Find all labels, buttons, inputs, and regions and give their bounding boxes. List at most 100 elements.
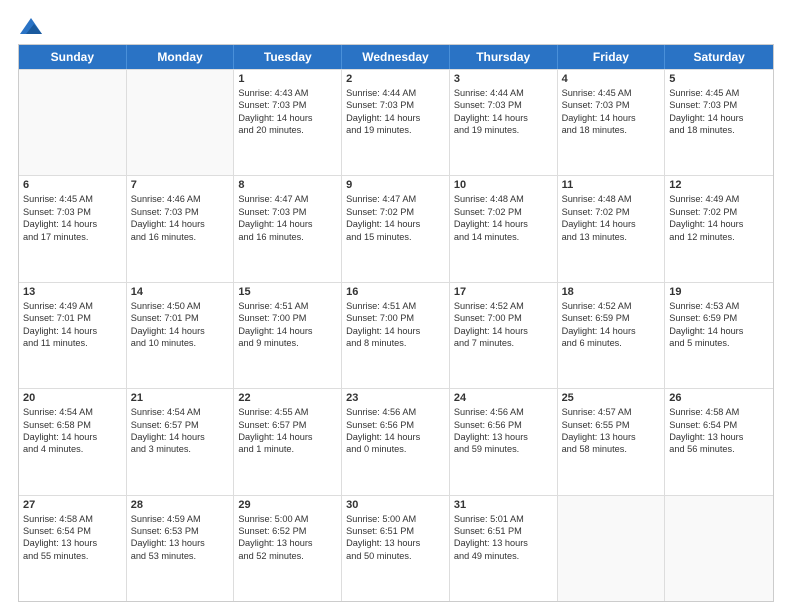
calendar-row-1: 1Sunrise: 4:43 AMSunset: 7:03 PMDaylight… <box>19 69 773 175</box>
cell-line: Daylight: 13 hours <box>454 537 553 549</box>
cell-line: Sunset: 7:03 PM <box>562 99 661 111</box>
cell-line: Daylight: 14 hours <box>562 218 661 230</box>
day-number: 24 <box>454 392 553 404</box>
day-number: 12 <box>669 179 769 191</box>
calendar-cell: 31Sunrise: 5:01 AMSunset: 6:51 PMDayligh… <box>450 496 558 601</box>
cell-line: Sunset: 7:03 PM <box>238 206 337 218</box>
cell-line: Daylight: 14 hours <box>562 112 661 124</box>
calendar-cell: 6Sunrise: 4:45 AMSunset: 7:03 PMDaylight… <box>19 176 127 281</box>
cell-line: Daylight: 13 hours <box>454 431 553 443</box>
cell-line: and 5 minutes. <box>669 337 769 349</box>
day-number: 29 <box>238 499 337 511</box>
day-number: 17 <box>454 286 553 298</box>
day-number: 25 <box>562 392 661 404</box>
cell-line: Sunset: 7:03 PM <box>346 99 445 111</box>
cell-line: Sunset: 6:56 PM <box>346 419 445 431</box>
calendar-cell: 2Sunrise: 4:44 AMSunset: 7:03 PMDaylight… <box>342 70 450 175</box>
cell-line: and 52 minutes. <box>238 550 337 562</box>
calendar-header-row: SundayMondayTuesdayWednesdayThursdayFrid… <box>19 45 773 69</box>
calendar-cell: 29Sunrise: 5:00 AMSunset: 6:52 PMDayligh… <box>234 496 342 601</box>
cell-line: Sunset: 6:54 PM <box>23 525 122 537</box>
day-number: 15 <box>238 286 337 298</box>
cell-line: Sunset: 7:00 PM <box>346 312 445 324</box>
cell-line: Sunrise: 4:51 AM <box>346 300 445 312</box>
day-number: 23 <box>346 392 445 404</box>
cell-line: Sunrise: 5:00 AM <box>346 513 445 525</box>
cell-line: and 56 minutes. <box>669 443 769 455</box>
calendar-cell: 8Sunrise: 4:47 AMSunset: 7:03 PMDaylight… <box>234 176 342 281</box>
calendar-cell: 10Sunrise: 4:48 AMSunset: 7:02 PMDayligh… <box>450 176 558 281</box>
cell-line: Sunrise: 4:53 AM <box>669 300 769 312</box>
calendar-cell: 28Sunrise: 4:59 AMSunset: 6:53 PMDayligh… <box>127 496 235 601</box>
logo <box>18 18 42 34</box>
calendar-row-2: 6Sunrise: 4:45 AMSunset: 7:03 PMDaylight… <box>19 175 773 281</box>
cell-line: Sunset: 6:59 PM <box>562 312 661 324</box>
cell-line: Sunrise: 4:52 AM <box>562 300 661 312</box>
cell-line: Sunrise: 4:52 AM <box>454 300 553 312</box>
header-day-friday: Friday <box>558 45 666 69</box>
cell-line: Sunset: 6:56 PM <box>454 419 553 431</box>
cell-line: and 14 minutes. <box>454 231 553 243</box>
calendar-row-3: 13Sunrise: 4:49 AMSunset: 7:01 PMDayligh… <box>19 282 773 388</box>
cell-line: Sunset: 6:55 PM <box>562 419 661 431</box>
cell-line: Daylight: 13 hours <box>562 431 661 443</box>
day-number: 3 <box>454 73 553 85</box>
calendar-cell: 1Sunrise: 4:43 AMSunset: 7:03 PMDaylight… <box>234 70 342 175</box>
cell-line: Daylight: 14 hours <box>346 431 445 443</box>
cell-line: Daylight: 13 hours <box>131 537 230 549</box>
cell-line: and 16 minutes. <box>238 231 337 243</box>
cell-line: Daylight: 14 hours <box>238 431 337 443</box>
cell-line: Daylight: 14 hours <box>454 325 553 337</box>
cell-line: Daylight: 13 hours <box>669 431 769 443</box>
cell-line: Sunrise: 4:49 AM <box>669 193 769 205</box>
cell-line: Sunrise: 4:44 AM <box>454 87 553 99</box>
cell-line: Daylight: 14 hours <box>454 112 553 124</box>
calendar-cell: 17Sunrise: 4:52 AMSunset: 7:00 PMDayligh… <box>450 283 558 388</box>
cell-line: Sunset: 7:02 PM <box>669 206 769 218</box>
cell-line: Daylight: 14 hours <box>23 218 122 230</box>
header-day-tuesday: Tuesday <box>234 45 342 69</box>
header-day-sunday: Sunday <box>19 45 127 69</box>
cell-line: Sunrise: 4:57 AM <box>562 406 661 418</box>
calendar-cell <box>127 70 235 175</box>
cell-line: Sunrise: 5:00 AM <box>238 513 337 525</box>
day-number: 22 <box>238 392 337 404</box>
calendar: SundayMondayTuesdayWednesdayThursdayFrid… <box>18 44 774 602</box>
day-number: 11 <box>562 179 661 191</box>
cell-line: Sunrise: 5:01 AM <box>454 513 553 525</box>
day-number: 20 <box>23 392 122 404</box>
cell-line: and 3 minutes. <box>131 443 230 455</box>
cell-line: Daylight: 14 hours <box>669 112 769 124</box>
cell-line: and 9 minutes. <box>238 337 337 349</box>
cell-line: Sunrise: 4:47 AM <box>346 193 445 205</box>
day-number: 10 <box>454 179 553 191</box>
cell-line: Daylight: 13 hours <box>238 537 337 549</box>
cell-line: and 13 minutes. <box>562 231 661 243</box>
day-number: 31 <box>454 499 553 511</box>
cell-line: Sunrise: 4:58 AM <box>669 406 769 418</box>
logo-icon <box>20 18 42 34</box>
calendar-cell: 30Sunrise: 5:00 AMSunset: 6:51 PMDayligh… <box>342 496 450 601</box>
day-number: 9 <box>346 179 445 191</box>
cell-line: and 12 minutes. <box>669 231 769 243</box>
cell-line: Sunrise: 4:51 AM <box>238 300 337 312</box>
cell-line: Sunset: 6:53 PM <box>131 525 230 537</box>
calendar-cell: 15Sunrise: 4:51 AMSunset: 7:00 PMDayligh… <box>234 283 342 388</box>
day-number: 8 <box>238 179 337 191</box>
cell-line: Sunrise: 4:54 AM <box>131 406 230 418</box>
calendar-cell <box>665 496 773 601</box>
cell-line: Sunrise: 4:45 AM <box>562 87 661 99</box>
header-day-wednesday: Wednesday <box>342 45 450 69</box>
calendar-cell: 7Sunrise: 4:46 AMSunset: 7:03 PMDaylight… <box>127 176 235 281</box>
cell-line: and 15 minutes. <box>346 231 445 243</box>
cell-line: and 55 minutes. <box>23 550 122 562</box>
cell-line: Daylight: 14 hours <box>238 218 337 230</box>
cell-line: Sunrise: 4:55 AM <box>238 406 337 418</box>
cell-line: and 59 minutes. <box>454 443 553 455</box>
cell-line: Sunset: 6:59 PM <box>669 312 769 324</box>
cell-line: Sunrise: 4:50 AM <box>131 300 230 312</box>
cell-line: Daylight: 14 hours <box>23 325 122 337</box>
calendar-cell: 21Sunrise: 4:54 AMSunset: 6:57 PMDayligh… <box>127 389 235 494</box>
cell-line: and 50 minutes. <box>346 550 445 562</box>
calendar-cell: 16Sunrise: 4:51 AMSunset: 7:00 PMDayligh… <box>342 283 450 388</box>
